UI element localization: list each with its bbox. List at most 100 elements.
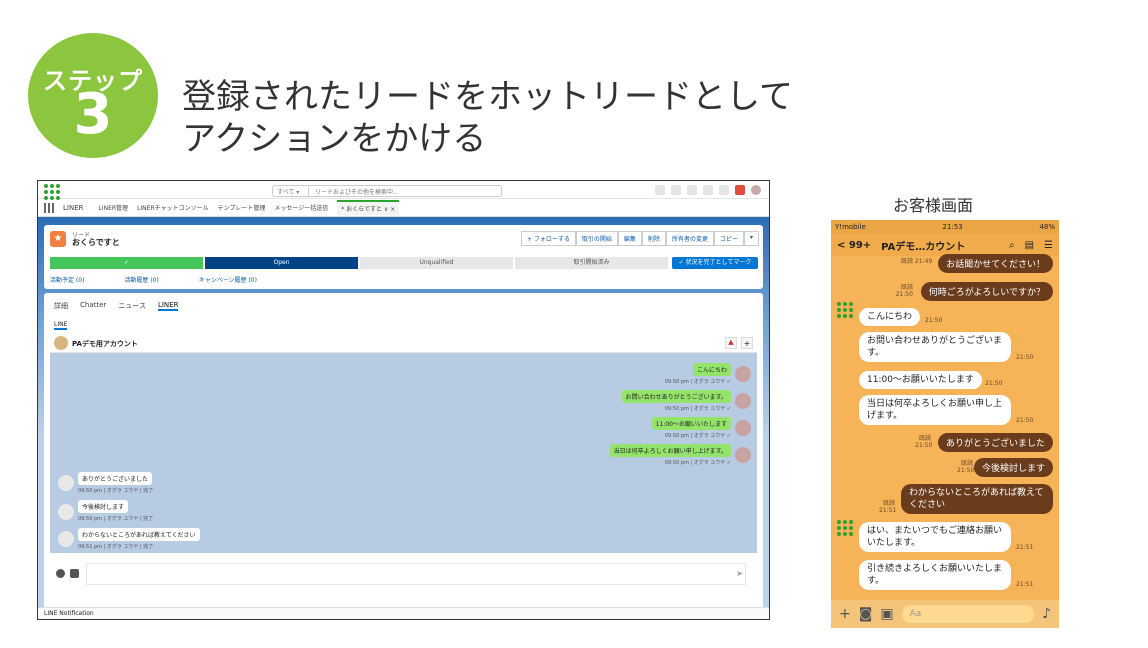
message-bubble-out: ありがとうございました (937, 433, 1053, 452)
message-text: お問い合わせありがとうございます。 (621, 390, 731, 403)
add-icon[interactable]: + (741, 337, 753, 349)
message-text: 今後検討します (78, 500, 129, 513)
message-meta: 09:50 pm | オグラ ユウヤ | 完了 (78, 488, 154, 494)
plus-icon[interactable]: + (839, 606, 851, 622)
global-search[interactable]: すべて ▾ リードおよびその他を検索中... (272, 185, 502, 197)
sub-tab-line[interactable]: LINE (54, 321, 68, 330)
follow-button[interactable]: + フォローする (520, 231, 576, 246)
nav-item-chat-console[interactable]: LINERチャットコンソール (137, 203, 209, 212)
message-bubble-in: お問い合わせありがとうございま す。 (859, 332, 1011, 362)
search-input[interactable]: リードおよびその他を検索中... (309, 187, 399, 196)
convert-button[interactable]: 取引の開始 (575, 231, 618, 246)
chat-message: お問い合わせありがとうございます。 09:50 pm | オグラ ユウヤ ✓ (621, 390, 731, 412)
search-icon[interactable]: ⌕ (1009, 240, 1015, 251)
app-launcher-icon[interactable] (44, 202, 54, 213)
emoji-icon[interactable] (56, 569, 65, 578)
detail-tabs: 詳細 Chatter ニュース LINER (54, 301, 179, 311)
tab-details[interactable]: 詳細 (54, 301, 68, 311)
message-bubble-in: 引き続きよろしくお願いいたしま す。 (859, 560, 1011, 590)
edit-button[interactable]: 編集 (617, 231, 642, 246)
message-time: 21:51 (1016, 581, 1034, 588)
nav-item-template[interactable]: テンプレート管理 (218, 203, 266, 212)
message-text: わからないところがあれば教えてください (78, 528, 200, 541)
tab-liner[interactable]: LINER (157, 301, 179, 311)
user-avatar[interactable] (751, 185, 761, 195)
agent-avatar (735, 420, 751, 436)
message-text: こんにちわ (692, 363, 731, 376)
favorites-icon[interactable] (655, 185, 665, 195)
related-campaign-history[interactable]: キャンペーン履歴 (0) (199, 275, 257, 284)
read-receipt: 既読 21:49 (901, 258, 933, 265)
headline: 登録されたリードをホットリードとして アクションをかける (182, 76, 793, 160)
bell-icon[interactable] (735, 185, 745, 195)
customer-screen-label: お客様画面 (893, 196, 974, 215)
image-icon[interactable]: ▣ (880, 606, 893, 622)
tab-chatter[interactable]: Chatter (80, 301, 106, 311)
message-bubble-in: 当日は何卒よろしくお願い申し上 げます。 (859, 395, 1011, 425)
agent-avatar (735, 366, 751, 382)
more-actions-button[interactable]: ▾ (743, 231, 759, 246)
top-bar: すべて ▾ リードおよびその他を検索中... (38, 181, 769, 200)
record-header: ★ リード おくらですと + フォローする 取引の開始 編集 削除 所有者の変更… (44, 225, 763, 289)
back-button[interactable]: < 99+ (837, 240, 871, 251)
path-stage-converted[interactable]: 取引開始済み (515, 257, 668, 269)
message-time: 21:50 (1016, 354, 1034, 361)
path-stage-completed[interactable]: ✓ (50, 257, 203, 269)
headline-line2: アクションをかける (182, 119, 487, 159)
header-icons: ⌕ ▤ ☰ (1009, 240, 1053, 251)
record-actions: + フォローする 取引の開始 編集 削除 所有者の変更 コピー ▾ (520, 231, 759, 246)
image-icon[interactable] (70, 569, 79, 578)
related-activity-history[interactable]: 活動履歴 (0) (124, 275, 158, 284)
message-input[interactable]: Aa (901, 605, 1035, 623)
gear-icon[interactable] (719, 185, 729, 195)
message-time: 21:50 (985, 380, 1003, 387)
related-open-activities[interactable]: 活動予定 (0) (50, 275, 84, 284)
search-scope[interactable]: すべて ▾ (273, 186, 309, 196)
chat-message: 今後検討します 09:50 pm | オグラ ユウヤ | 完了 (78, 500, 153, 522)
record-name: おくらですと (72, 238, 120, 247)
phone-screen: Y!mobile 21:53 48% < 99+ PAデモ…カウント ⌕ ▤ ☰… (831, 220, 1059, 628)
mic-icon[interactable]: ♪ (1042, 606, 1051, 622)
person-icon[interactable]: ▲ (725, 337, 737, 349)
tab-news[interactable]: ニュース (118, 301, 146, 311)
message-bubble-out: 今後検討します (973, 458, 1053, 477)
official-account-avatar (837, 520, 853, 536)
record-page: ★ リード おくらですと + フォローする 取引の開始 編集 削除 所有者の変更… (38, 217, 769, 609)
tab-lead-record[interactable]: * おくらですと ∨ × (337, 200, 400, 215)
input-bar: + ◙ ▣ Aa ♪ (831, 600, 1059, 628)
path-stage-unqualified[interactable]: Unqualified (360, 257, 513, 269)
copy-button[interactable]: コピー (713, 231, 744, 246)
send-icon[interactable]: ➤ (736, 569, 743, 578)
message-meta: 09:50 pm | オグラ ユウヤ ✓ (664, 379, 731, 385)
customer-avatar (58, 475, 74, 491)
nav-item-bulk-send[interactable]: メッセージ一括送信 (274, 203, 328, 212)
step-number: 3 (73, 82, 113, 147)
chat-message: ありがとうございました 09:50 pm | オグラ ユウヤ | 完了 (78, 472, 153, 494)
chat-messages: こんにちわ 09:50 pm | オグラ ユウヤ ✓ お問い合わせありがとうござ… (50, 353, 757, 553)
change-owner-button[interactable]: 所有者の変更 (665, 231, 714, 246)
message-time: 21:50 (1016, 417, 1034, 424)
delete-button[interactable]: 削除 (641, 231, 666, 246)
path-stage-open[interactable]: Open (205, 257, 358, 269)
message-meta: 09:50 pm | オグラ ユウヤ ✓ (664, 460, 731, 466)
notes-icon[interactable]: ▤ (1025, 240, 1034, 251)
trailhead-icon[interactable] (687, 185, 697, 195)
add-icon[interactable] (671, 185, 681, 195)
message-time: 21:50 (925, 317, 943, 324)
customer-avatar (58, 504, 74, 520)
message-text: 11:00～お願いいたします (651, 417, 731, 430)
message-bubble-out: わからないところがあれば教えて ください (901, 484, 1053, 514)
app-nav: LINER LINER管理 LINERチャットコンソール テンプレート管理 メッ… (38, 199, 769, 217)
message-input[interactable] (86, 563, 746, 585)
message-bubble-out: お話聞かせてください！ (938, 254, 1053, 273)
camera-icon[interactable]: ◙ (859, 606, 873, 622)
message-bubble-out: 何時ごろがよろしいですか？ (920, 282, 1053, 301)
message-bubble-in: 11:00～お願いいたします (859, 371, 982, 389)
mark-complete-button[interactable]: ✓ 状況を完了としてマーク (672, 257, 758, 269)
menu-icon[interactable]: ☰ (1044, 240, 1053, 251)
help-icon[interactable] (703, 185, 713, 195)
agent-avatar (735, 393, 751, 409)
nav-item-liner-admin[interactable]: LINER管理 (99, 203, 129, 212)
lead-star-icon: ★ (50, 231, 66, 247)
line-notification-link[interactable]: LINE Notification (44, 610, 94, 617)
